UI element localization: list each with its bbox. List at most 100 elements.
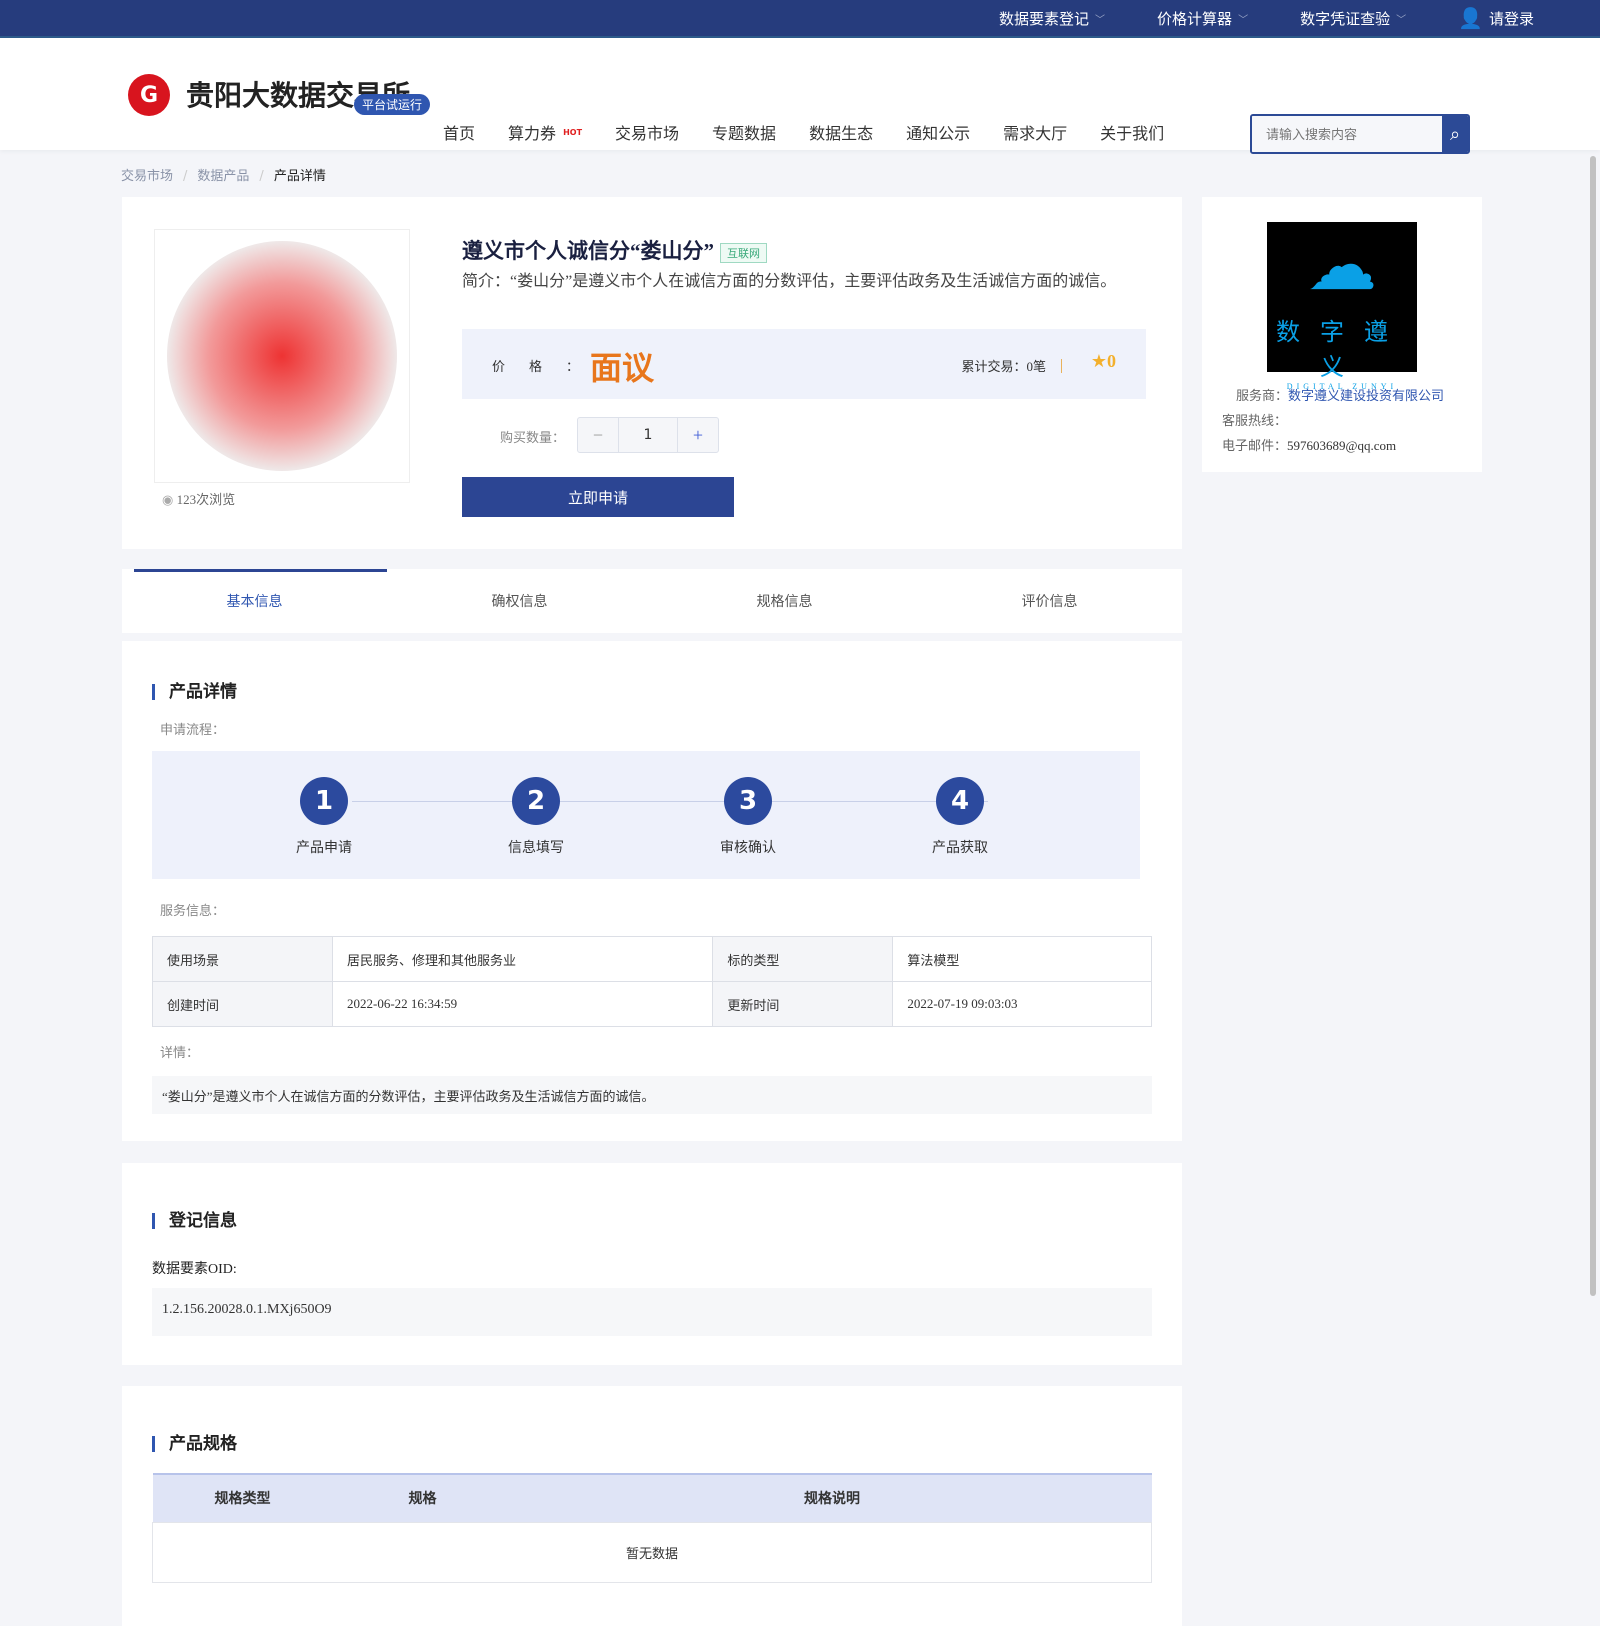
label: 数字凭证查验 — [1300, 9, 1391, 28]
column-header: 规格类型 — [152, 1473, 333, 1522]
spec-section: 产品规格 规格类型 规格 规格说明 暂无数据 — [122, 1386, 1182, 1626]
label: 电子邮件： — [1222, 438, 1288, 453]
tab-ownership-info[interactable]: 确权信息 — [387, 569, 652, 633]
step-label: 审核确认 — [720, 840, 776, 856]
crumb-products[interactable]: 数据产品 — [197, 169, 249, 184]
step-1: 1 产品申请 — [264, 777, 384, 857]
category-tag: 互联网 — [720, 243, 767, 264]
section-title: 登记信息 — [152, 1212, 237, 1229]
quantity-stepper: − 1 + — [577, 417, 719, 453]
email-value: 597603689@qq.com — [1287, 438, 1397, 453]
search-input[interactable] — [1252, 116, 1442, 152]
nav-notices[interactable]: 通知公示 — [906, 120, 970, 144]
quantity-label: 购买数量： — [500, 430, 566, 445]
rating: ★0 — [1091, 351, 1116, 372]
section-title: 产品规格 — [152, 1435, 237, 1452]
registration-section: 登记信息 数据要素OID: 1.2.156.20028.0.1.MXj650O9 — [122, 1163, 1182, 1365]
step-2: 2 信息填写 — [476, 777, 596, 857]
table-row: 创建时间 2022-06-22 16:34:59 更新时间 2022-07-19 09… — [152, 981, 1152, 1027]
service-info-table: 使用场景 居民服务、修理和其他服务业 标的类型 算法模型 创建时间 2022-06-22… — [152, 936, 1152, 1027]
cell: 2022-07-19 09:03:03 — [892, 981, 1152, 1027]
detail-tabs: 基本信息 确权信息 规格信息 评价信息 — [122, 569, 1182, 633]
step-number: 3 — [724, 777, 772, 825]
topbar-price-calculator[interactable]: 价格计算器 ﹀ — [1157, 8, 1248, 29]
table-header: 规格类型 规格 规格说明 — [152, 1473, 1152, 1522]
search-box: ⌕ — [1250, 114, 1470, 154]
process-label: 申请流程： — [160, 723, 226, 738]
decrement-button[interactable]: − — [578, 418, 618, 452]
views-label: 123次浏览 — [176, 492, 236, 507]
logo-icon[interactable]: G — [128, 74, 170, 116]
title-text: 遵义市个人诚信分“娄山分” — [462, 239, 714, 263]
cell: 创建时间 — [152, 981, 333, 1027]
product-image — [154, 229, 410, 483]
section-title: 产品详情 — [152, 683, 237, 700]
login-label: 请登录 — [1488, 9, 1534, 28]
increment-button[interactable]: + — [678, 418, 718, 452]
provider-link[interactable]: 数字遵义建设投资有限公司 — [1288, 388, 1444, 403]
breadcrumb: 交易市场 / 数据产品 / 产品详情 — [121, 165, 326, 184]
scrollbar[interactable] — [1590, 156, 1596, 1296]
product-title: 遵义市个人诚信分“娄山分” 互联网 — [462, 235, 767, 265]
nav-ecosystem[interactable]: 数据生态 — [809, 120, 873, 144]
tab-spec-info[interactable]: 规格信息 — [652, 569, 917, 633]
quantity-input[interactable]: 1 — [618, 418, 678, 452]
hot-badge: HOT — [563, 128, 583, 137]
nav-demand-hall[interactable]: 需求大厅 — [1003, 120, 1067, 144]
topbar-certificate-check[interactable]: 数字凭证查验 ﹀ — [1300, 8, 1406, 29]
search-button[interactable]: ⌕ — [1442, 116, 1468, 152]
main-nav: 首页 算力券 HOT 交易市场 专题数据 数据生态 通知公示 需求大厅 关于我们 — [443, 120, 1197, 144]
trade-count: 累计交易：0笔 — [961, 359, 1046, 374]
apply-button[interactable]: 立即申请 — [462, 477, 734, 517]
cell: 更新时间 — [712, 981, 894, 1027]
cell: 2022-06-22 16:34:59 — [331, 981, 714, 1027]
cloud-icon: ☁ — [1307, 228, 1377, 305]
email-row: 电子邮件：597603689@qq.com — [1222, 435, 1396, 454]
view-count: ◉ 123次浏览 — [162, 489, 235, 508]
cell: 算法模型 — [892, 936, 1152, 982]
star-icon: ★ — [1090, 351, 1107, 371]
label: 算力券 — [508, 124, 557, 143]
nav-market[interactable]: 交易市场 — [615, 120, 679, 144]
logo-text: 数字遵义 — [1276, 318, 1408, 381]
provider-card: ☁ 数字遵义 DIGITAL ZUNYI 服务商：数字遵义建设投资有限公司 客服… — [1202, 197, 1482, 472]
column-header: 规格 — [332, 1473, 513, 1522]
provider-row: 服务商：数字遵义建设投资有限公司 — [1236, 385, 1444, 404]
process-steps: 1 产品申请 2 信息填写 3 审核确认 4 产品获取 — [152, 751, 1140, 879]
tab-basic-info[interactable]: 基本信息 — [122, 569, 387, 633]
hotline-label: 客服热线： — [1222, 413, 1288, 428]
tab-review-info[interactable]: 评价信息 — [917, 569, 1182, 633]
step-number: 4 — [936, 777, 984, 825]
product-details-section: 产品详情 申请流程： 1 产品申请 2 信息填写 3 审核确认 4 产品获取 服务信息：… — [122, 641, 1182, 1141]
trial-badge: 平台试运行 — [354, 94, 431, 115]
nav-compute-voucher[interactable]: 算力券 HOT — [508, 120, 582, 144]
table-row: 使用场景 居民服务、修理和其他服务业 标的类型 算法模型 — [152, 936, 1152, 982]
label: 价格计算器 — [1157, 9, 1233, 28]
step-label: 产品获取 — [932, 840, 988, 856]
divider — [1061, 359, 1062, 373]
price-label: 价格： — [492, 359, 604, 374]
crumb-market[interactable]: 交易市场 — [121, 169, 173, 184]
search-icon: ⌕ — [1449, 123, 1461, 144]
topbar-data-registration[interactable]: 数据要素登记 ﹀ — [999, 8, 1105, 29]
oid-value: 1.2.156.20028.0.1.MXj650O9 — [152, 1288, 1152, 1336]
user-icon: 👤 — [1458, 6, 1483, 30]
detail-text: “娄山分”是遵义市个人在诚信方面的分数评估，主要评估政务及生活诚信方面的诚信。 — [152, 1076, 1152, 1114]
nav-about[interactable]: 关于我们 — [1100, 120, 1164, 144]
eye-icon: ◉ — [162, 492, 177, 507]
table-row: 暂无数据 — [152, 1521, 1152, 1583]
price-box: 价格： 面议 累计交易：0笔 ★0 — [462, 329, 1146, 399]
chevron-down-icon: ﹀ — [1095, 14, 1106, 26]
cell: 居民服务、修理和其他服务业 — [331, 936, 714, 982]
column-header: 规格说明 — [512, 1473, 1152, 1522]
detail-label: 详情： — [160, 1046, 200, 1061]
step-number: 1 — [300, 777, 348, 825]
nav-topic-data[interactable]: 专题数据 — [712, 120, 776, 144]
oid-label: 数据要素OID: — [152, 1262, 237, 1277]
label: 数据要素登记 — [999, 9, 1090, 28]
login-link[interactable]: 👤 请登录 — [1458, 6, 1534, 30]
step-4: 4 产品获取 — [900, 777, 1020, 857]
nav-home[interactable]: 首页 — [443, 120, 475, 144]
step-number: 2 — [512, 777, 560, 825]
step-label: 产品申请 — [296, 840, 352, 856]
